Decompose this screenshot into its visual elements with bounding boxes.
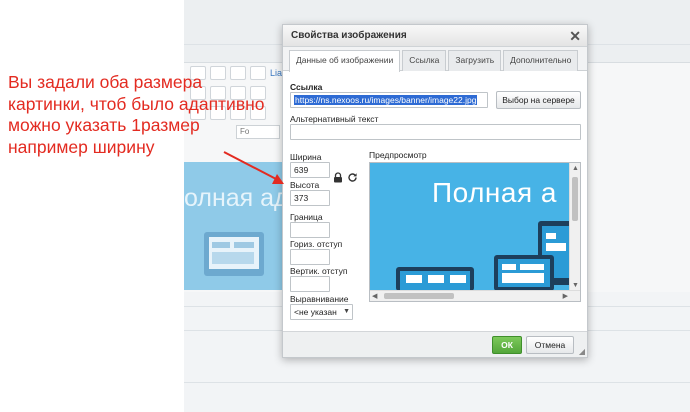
tab-link[interactable]: Ссылка (402, 50, 447, 71)
image-properties-dialog: Свойства изображения ✕ Данные об изображ… (282, 24, 588, 358)
reset-size-icon[interactable] (346, 172, 358, 184)
align-label: Выравнивание (290, 294, 349, 304)
tab-upload[interactable]: Загрузить (448, 50, 502, 71)
scroll-up-icon[interactable]: ▲ (572, 164, 579, 173)
dialog-tabs: Данные об изображении Ссылка Загрузить Д… (283, 47, 587, 72)
ok-button[interactable]: ОК (492, 336, 522, 354)
annotation-line: Вы задали оба размера (8, 72, 203, 92)
scrollbar-thumb[interactable] (572, 177, 578, 221)
preview-horizontal-scrollbar[interactable]: ◀ ▶ (370, 290, 580, 301)
annotation-text: Вы задали оба размера картинки, чтоб был… (8, 72, 265, 158)
height-field[interactable]: 373 (290, 190, 330, 206)
cancel-button[interactable]: Отмена (526, 336, 574, 354)
toolbar-button[interactable] (250, 66, 266, 80)
annotation-line: можно указать 1размер (8, 115, 200, 135)
scroll-right-icon[interactable]: ▶ (563, 292, 568, 301)
width-field[interactable]: 639 (290, 162, 330, 178)
preview-label: Предпросмотр (369, 150, 427, 160)
vspace-label: Вертик. отступ (290, 266, 348, 276)
border-field[interactable] (290, 222, 330, 238)
divider (184, 382, 690, 383)
scroll-left-icon[interactable]: ◀ (372, 292, 377, 301)
url-label: Ссылка (290, 82, 323, 92)
background-banner-image: олная ада (184, 162, 284, 290)
url-field[interactable]: https://ns.nexoos.ru/images/banner/image… (290, 92, 488, 108)
browse-server-button[interactable]: Выбор на сервере (496, 91, 581, 109)
hspace-field[interactable] (290, 249, 330, 265)
dialog-titlebar[interactable]: Свойства изображения ✕ (283, 25, 587, 47)
border-label: Граница (290, 212, 323, 222)
preview-devices-graphic (396, 221, 570, 291)
align-select[interactable]: <не указан ▼ (290, 304, 353, 320)
url-value: https://ns.nexoos.ru/images/banner/image… (294, 95, 478, 105)
width-label: Ширина (290, 152, 322, 162)
alt-text-field[interactable] (290, 124, 581, 140)
banner-devices-graphic (204, 232, 264, 276)
screen: Lia Fo олная ада Вы задали оба размера к… (0, 0, 690, 412)
dialog-footer: ОК Отмена ◢ (283, 331, 587, 357)
annotation-line: картинки, чтоб было адаптивно (8, 93, 265, 114)
height-label: Высота (290, 180, 320, 190)
lock-icon[interactable] (332, 172, 344, 184)
tab-image-info[interactable]: Данные об изображении (289, 50, 401, 72)
tab-advanced[interactable]: Дополнительно (503, 50, 579, 71)
scroll-down-icon[interactable]: ▼ (572, 281, 579, 290)
scrollbar-thumb[interactable] (384, 293, 454, 299)
annotation-line: например ширину (8, 136, 155, 157)
vspace-field[interactable] (290, 276, 330, 292)
alt-text-label: Альтернативный текст (290, 114, 379, 124)
align-select-value: <не указан (294, 307, 337, 317)
image-preview: Полная а ▲ ▼ ◀ ▶ (369, 162, 581, 302)
resize-handle-icon[interactable]: ◢ (579, 347, 585, 356)
close-icon[interactable]: ✕ (569, 27, 581, 45)
hspace-label: Гориз. отступ (290, 239, 343, 249)
background-link[interactable]: Lia (270, 68, 282, 78)
preview-vertical-scrollbar[interactable]: ▲ ▼ (569, 163, 580, 291)
chevron-down-icon: ▼ (343, 308, 350, 315)
preview-image: Полная а (370, 163, 570, 291)
dialog-title: Свойства изображения (291, 30, 407, 41)
